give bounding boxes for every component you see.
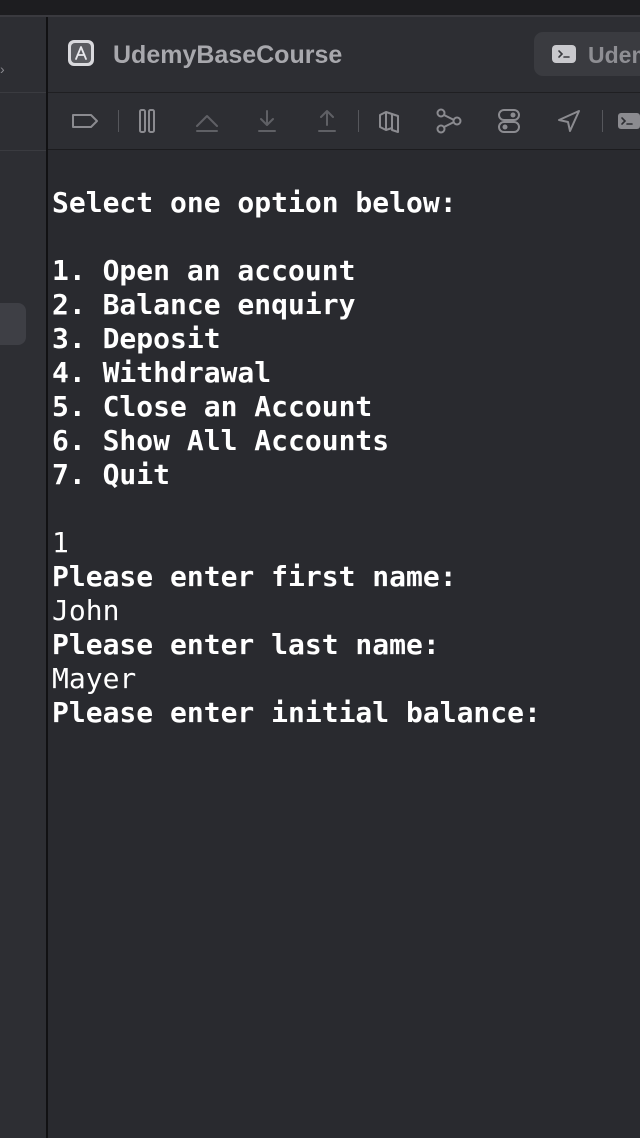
- debug-toolbar: [48, 93, 640, 150]
- window-title: UdemyBaseCourse: [113, 41, 343, 69]
- console-line: 5. Close an Account: [52, 390, 373, 423]
- console-line: 1. Open an account: [52, 254, 356, 287]
- navigator-pane: ›: [0, 17, 47, 1138]
- step-into-icon[interactable]: [252, 107, 282, 135]
- toolbar-separator: [602, 110, 603, 132]
- navigator-divider: [0, 150, 46, 151]
- console-line: Please enter initial balance:: [52, 696, 541, 729]
- navigator-selected-item[interactable]: [0, 303, 26, 345]
- toolbar-separator: [118, 110, 119, 132]
- environment-toggle-icon[interactable]: [494, 107, 524, 135]
- navigator-divider: [0, 92, 46, 93]
- console-line: Please enter last name:: [52, 628, 440, 661]
- toolbar-separator: [358, 110, 359, 132]
- console-line: 4. Withdrawal: [52, 356, 272, 389]
- top-strip: [0, 0, 640, 16]
- console-line: John: [52, 594, 120, 627]
- console-line: 1: [52, 526, 69, 559]
- console-line: 3. Deposit: [52, 322, 221, 355]
- tab-label: Udem: [588, 42, 640, 68]
- chevron-icon[interactable]: ›: [0, 61, 5, 77]
- terminal-icon: [552, 45, 576, 63]
- pause-icon[interactable]: [132, 107, 162, 135]
- app-icon: [68, 40, 94, 66]
- title-bar: UdemyBaseCourse Udem: [48, 17, 640, 93]
- console-line: 6. Show All Accounts: [52, 424, 390, 457]
- console-output[interactable]: Select one option below: 1. Open an acco…: [52, 186, 541, 730]
- console-line: Please enter first name:: [52, 560, 457, 593]
- console-line: Mayer: [52, 662, 137, 695]
- console-line: 2. Balance enquiry: [52, 288, 356, 321]
- console-line: Select one option below:: [52, 186, 457, 219]
- terminal-icon[interactable]: [614, 107, 640, 135]
- step-out-icon[interactable]: [312, 107, 342, 135]
- tab-console[interactable]: Udem: [534, 32, 640, 76]
- console-line: 7. Quit: [52, 458, 171, 491]
- location-icon[interactable]: [554, 107, 584, 135]
- memory-graph-icon[interactable]: [434, 107, 464, 135]
- pane-splitter[interactable]: [46, 17, 48, 1138]
- step-over-icon[interactable]: [192, 107, 222, 135]
- tag-icon[interactable]: [70, 107, 100, 135]
- view-debugger-icon[interactable]: [374, 107, 404, 135]
